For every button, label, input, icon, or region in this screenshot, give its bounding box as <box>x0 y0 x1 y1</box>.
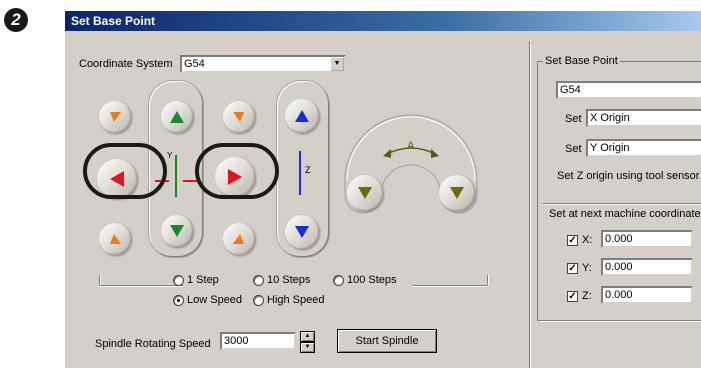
low-speed-radio[interactable] <box>173 295 184 306</box>
set-x-label: Set <box>565 113 582 125</box>
separator <box>413 285 487 287</box>
spindle-speed-spinner[interactable]: ▲ ▼ <box>300 331 315 353</box>
jog-diag-down-left-button[interactable] <box>99 223 131 255</box>
coordinate-system-label: Coordinate System <box>79 58 173 70</box>
set-y-origin-value: Y Origin <box>590 142 630 154</box>
set-y-origin-select[interactable]: Y Origin ▼ <box>586 139 701 157</box>
jog-diag-down-right-button[interactable] <box>223 223 255 255</box>
base-point-coordinate-value: G54 <box>560 84 581 96</box>
x-axis-indicator <box>183 180 197 182</box>
separator <box>543 203 701 205</box>
y-coord-input[interactable]: 0.000 <box>601 258 693 276</box>
jog-a-plus-button[interactable] <box>439 175 475 211</box>
z-axis-label: Z <box>305 165 311 175</box>
step-100-radio[interactable] <box>333 275 344 286</box>
step-100-label: 100 Steps <box>347 274 397 286</box>
z-origin-sensor-text: Set Z origin using tool sensor <box>557 170 700 182</box>
triangle-down-icon <box>170 225 184 237</box>
chevron-down-icon[interactable]: ▼ <box>330 57 344 71</box>
spin-down-button[interactable]: ▼ <box>300 342 315 353</box>
separator <box>99 285 183 287</box>
y-axis-indicator <box>175 155 177 197</box>
machine-coordinates-title: Set at next machine coordinates <box>549 208 701 220</box>
step-1-label: 1 Step <box>187 274 219 286</box>
jog-diag-up-left-button[interactable] <box>99 101 131 133</box>
a-axis-label: A <box>407 140 415 152</box>
high-speed-radio[interactable] <box>253 295 264 306</box>
y-checkbox[interactable]: ✓ <box>567 263 578 274</box>
z-coord-input[interactable]: 0.000 <box>601 286 693 304</box>
step-10-label: 10 Steps <box>267 274 311 286</box>
step-number-marker: 2 <box>4 8 28 32</box>
z-coord-label: Z: <box>582 290 592 302</box>
highlight-ring <box>83 143 167 199</box>
set-base-point-group-title: Set Base Point <box>543 55 620 67</box>
triangle-down-icon <box>358 187 372 199</box>
triangle-down-icon <box>450 187 464 199</box>
set-base-point-dialog: Set Base Point Coordinate System G54 ▼ A… <box>64 10 701 368</box>
jog-a-minus-button[interactable] <box>347 175 383 211</box>
jog-diag-up-right-button[interactable] <box>223 101 255 133</box>
step-10-radio[interactable] <box>253 275 264 286</box>
y-coord-label: Y: <box>582 262 592 274</box>
jog-y-plus-button[interactable] <box>161 101 193 133</box>
x-checkbox[interactable]: ✓ <box>567 235 578 246</box>
separator <box>487 275 489 285</box>
triangle-down-right-icon <box>233 234 244 244</box>
low-speed-label: Low Speed <box>187 294 243 306</box>
spindle-speed-input[interactable]: 3000 <box>220 332 296 350</box>
jog-z-plus-button[interactable] <box>285 99 319 133</box>
x-coord-label: X: <box>582 234 593 246</box>
spin-up-button[interactable]: ▲ <box>300 331 315 342</box>
y-axis-label: Y <box>167 151 173 160</box>
step-1-radio[interactable] <box>173 275 184 286</box>
z-checkbox[interactable]: ✓ <box>567 291 578 302</box>
start-spindle-button[interactable]: Start Spindle <box>337 329 437 353</box>
jog-y-minus-button[interactable] <box>161 215 193 247</box>
z-axis-indicator <box>299 151 301 195</box>
coordinate-system-value: G54 <box>184 58 205 70</box>
coordinate-system-select[interactable]: G54 ▼ <box>180 55 346 73</box>
triangle-down-left-icon <box>110 234 121 244</box>
set-y-label: Set <box>565 143 582 155</box>
window-title: Set Base Point <box>65 11 701 31</box>
triangle-up-icon <box>170 111 184 123</box>
triangle-up-icon <box>295 110 309 122</box>
set-base-point-group <box>537 61 701 321</box>
triangle-up-right-icon <box>233 112 244 122</box>
x-coord-input[interactable]: 0.000 <box>601 230 693 248</box>
triangle-up-left-icon <box>110 112 121 122</box>
jog-z-minus-button[interactable] <box>285 215 319 249</box>
set-x-origin-field[interactable]: X Origin <box>586 109 701 127</box>
spindle-speed-label: Spindle Rotating Speed <box>95 338 211 350</box>
highlight-ring <box>195 143 279 199</box>
panel-divider <box>529 41 531 368</box>
high-speed-label: High Speed <box>267 294 325 306</box>
triangle-down-icon <box>295 226 309 238</box>
separator <box>99 275 101 285</box>
base-point-coordinate-select[interactable]: G54 ▼ <box>556 81 701 99</box>
